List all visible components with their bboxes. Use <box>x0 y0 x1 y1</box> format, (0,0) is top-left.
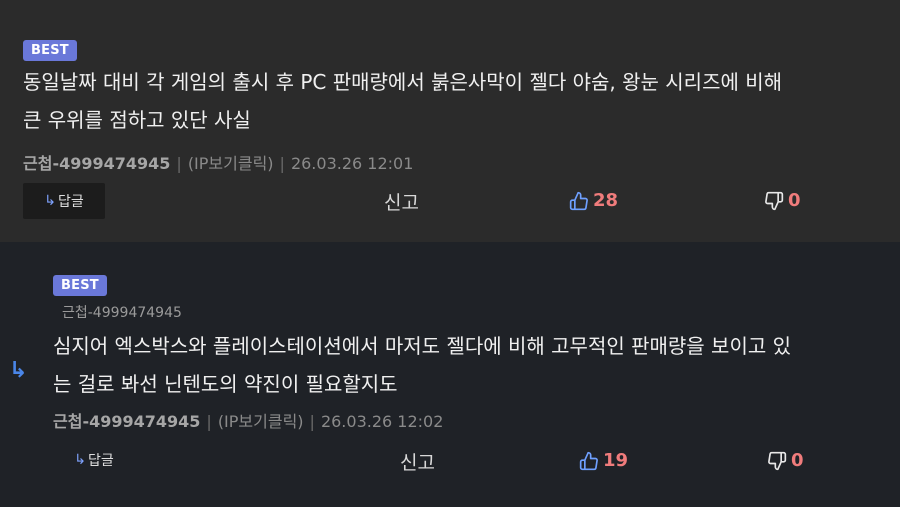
like-count: 19 <box>603 450 629 471</box>
comment-timestamp: 26.03.26 12:01 <box>290 154 414 173</box>
comment-author[interactable]: 근첩-4999474945 <box>53 412 200 431</box>
thumbs-up-icon <box>579 451 598 470</box>
comment-meta: 근첩-4999474945 | (IP보기클릭) | 26.03.26 12:02 <box>53 412 444 431</box>
reply-button-label: 답글 <box>57 194 84 210</box>
dislike-button[interactable]: 0 <box>764 190 801 211</box>
comment-author[interactable]: 근첩-4999474945 <box>23 154 170 173</box>
reply-button[interactable]: ↳ 답글 <box>23 183 105 219</box>
comment-text: 심지어 엑스박스와 플레이스테이션에서 마저도 젤다에 비해 고무적인 판매량을… <box>53 334 792 396</box>
thumbs-up-icon <box>569 191 588 210</box>
dislike-count: 0 <box>791 450 804 471</box>
reply-target-author: 근첩-4999474945 <box>62 305 182 321</box>
comment-text: 동일날짜 대비 각 게임의 출시 후 PC 판매량에서 붉은사막이 젤다 야숨,… <box>23 70 783 132</box>
reply-indicator-icon: ↳ <box>9 358 28 383</box>
ip-view-link[interactable]: (IP보기클릭) <box>218 412 304 431</box>
ip-view-link[interactable]: (IP보기클릭) <box>188 154 274 173</box>
report-button[interactable]: 신고 <box>384 188 419 215</box>
report-button[interactable]: 신고 <box>400 448 435 475</box>
comment-timestamp: 26.03.26 12:02 <box>320 412 444 431</box>
comment-item: BEST 동일날짜 대비 각 게임의 출시 후 PC 판매량에서 붉은사막이 젤… <box>0 0 900 242</box>
like-count: 28 <box>593 190 619 211</box>
comment-meta: 근첩-4999474945 | (IP보기클릭) | 26.03.26 12:01 <box>23 154 414 173</box>
reply-button[interactable]: ↳ 답글 <box>53 442 135 478</box>
thumbs-down-icon <box>768 451 787 470</box>
best-badge: BEST <box>53 275 107 296</box>
dislike-button[interactable]: 0 <box>767 450 804 471</box>
reply-button-label: 답글 <box>87 453 114 469</box>
like-button[interactable]: 19 <box>579 450 628 471</box>
reply-comment-item: BEST 근첩-4999474945 ↳ 심지어 엑스박스와 플레이스테이션에서… <box>0 242 900 507</box>
reply-arrow-icon: ↳ <box>74 452 86 468</box>
reply-arrow-icon: ↳ <box>44 193 56 209</box>
dislike-count: 0 <box>788 190 801 211</box>
thumbs-down-icon <box>765 191 784 210</box>
best-badge: BEST <box>23 40 77 61</box>
like-button[interactable]: 28 <box>569 190 618 211</box>
